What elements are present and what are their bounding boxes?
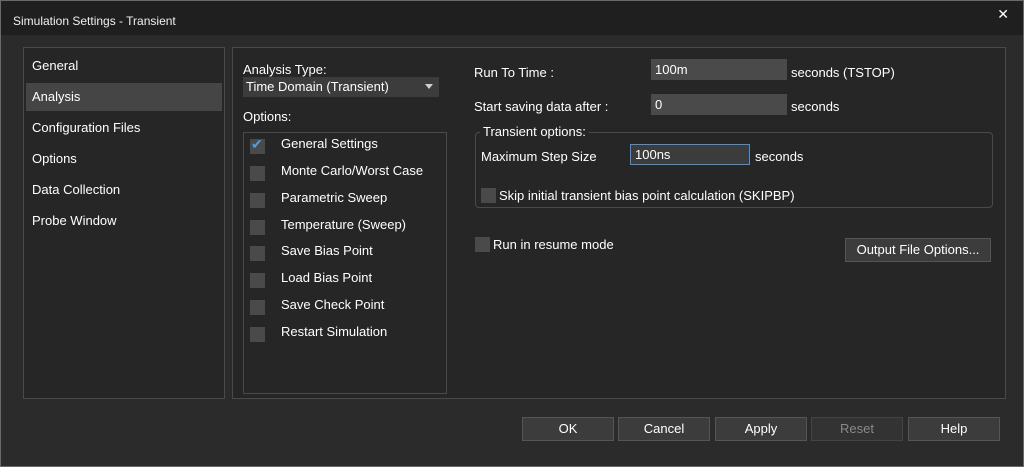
option-checkbox[interactable] (250, 246, 265, 261)
option-checkbox[interactable]: ✔ (250, 136, 265, 154)
max-step-label: Maximum Step Size (481, 149, 597, 164)
option-checkbox[interactable] (250, 166, 265, 181)
resume-mode-label: Run in resume mode (493, 237, 614, 252)
skip-bias-label: Skip initial transient bias point calcul… (499, 188, 795, 203)
options-list: ✔ General Settings Monte Carlo/Worst Cas… (243, 132, 447, 394)
sidebar-item-analysis[interactable]: Analysis (26, 83, 222, 111)
sidebar-item-probe-window[interactable]: Probe Window (26, 207, 222, 235)
option-label: Parametric Sweep (281, 190, 388, 205)
sidebar: General Analysis Configuration Files Opt… (23, 47, 225, 399)
resume-mode-checkbox[interactable] (475, 237, 490, 252)
sidebar-item-general[interactable]: General (26, 52, 222, 80)
option-save-check-point[interactable]: Save Check Point (250, 297, 440, 317)
analysis-panel: Analysis Type: Time Domain (Transient) O… (232, 47, 1006, 399)
analysis-type-select[interactable]: Time Domain (Transient) (243, 77, 439, 97)
start-saving-unit: seconds (791, 99, 840, 114)
checkmark-icon: ✔ (251, 136, 263, 152)
option-save-bias-point[interactable]: Save Bias Point (250, 243, 440, 263)
ok-button[interactable]: OK (522, 417, 614, 441)
transient-options-label: Transient options: (480, 124, 589, 139)
option-label: Load Bias Point (281, 270, 373, 285)
skip-bias-checkbox[interactable] (481, 188, 496, 203)
reset-button: Reset (811, 417, 903, 441)
max-step-input[interactable] (630, 144, 750, 165)
option-checkbox[interactable] (250, 220, 265, 235)
run-to-time-unit: seconds (TSTOP) (791, 65, 895, 80)
sidebar-item-data-collection[interactable]: Data Collection (26, 176, 222, 204)
transient-options-group: Transient options: Maximum Step Size sec… (475, 124, 993, 208)
max-step-unit: seconds (755, 149, 804, 164)
start-saving-label: Start saving data after : (474, 99, 609, 114)
option-general-settings[interactable]: ✔ General Settings (250, 136, 440, 156)
window-title: Simulation Settings - Transient (13, 14, 176, 28)
option-checkbox[interactable] (250, 327, 265, 342)
option-label: Save Bias Point (281, 243, 373, 258)
option-parametric-sweep[interactable]: Parametric Sweep (250, 190, 440, 210)
option-label: Temperature (Sweep) (281, 217, 406, 232)
close-icon[interactable]: ✕ (997, 6, 1009, 23)
analysis-type-value: Time Domain (Transient) (246, 79, 389, 94)
start-saving-input[interactable] (651, 94, 787, 115)
option-checkbox[interactable] (250, 300, 265, 315)
option-monte-carlo[interactable]: Monte Carlo/Worst Case (250, 163, 440, 183)
option-temperature-sweep[interactable]: Temperature (Sweep) (250, 217, 440, 237)
run-to-time-label: Run To Time : (474, 65, 554, 80)
chevron-down-icon (425, 84, 433, 89)
option-checkbox[interactable] (250, 273, 265, 288)
dialog-window: Simulation Settings - Transient ✕ Genera… (0, 0, 1024, 467)
option-load-bias-point[interactable]: Load Bias Point (250, 270, 440, 290)
apply-button[interactable]: Apply (715, 417, 807, 441)
run-to-time-input[interactable] (651, 59, 787, 80)
option-restart-simulation[interactable]: Restart Simulation (250, 324, 440, 344)
option-label: General Settings (281, 136, 378, 151)
help-button[interactable]: Help (908, 417, 1000, 441)
options-label: Options: (243, 109, 292, 124)
sidebar-item-options[interactable]: Options (26, 145, 222, 173)
output-file-options-button[interactable]: Output File Options... (845, 238, 991, 262)
cancel-button[interactable]: Cancel (618, 417, 710, 441)
analysis-type-label: Analysis Type: (243, 62, 327, 77)
option-label: Save Check Point (281, 297, 385, 312)
sidebar-item-configuration-files[interactable]: Configuration Files (26, 114, 222, 142)
option-label: Restart Simulation (281, 324, 388, 339)
option-checkbox[interactable] (250, 193, 265, 208)
title-bar[interactable]: Simulation Settings - Transient ✕ (1, 1, 1023, 35)
option-label: Monte Carlo/Worst Case (281, 163, 424, 178)
